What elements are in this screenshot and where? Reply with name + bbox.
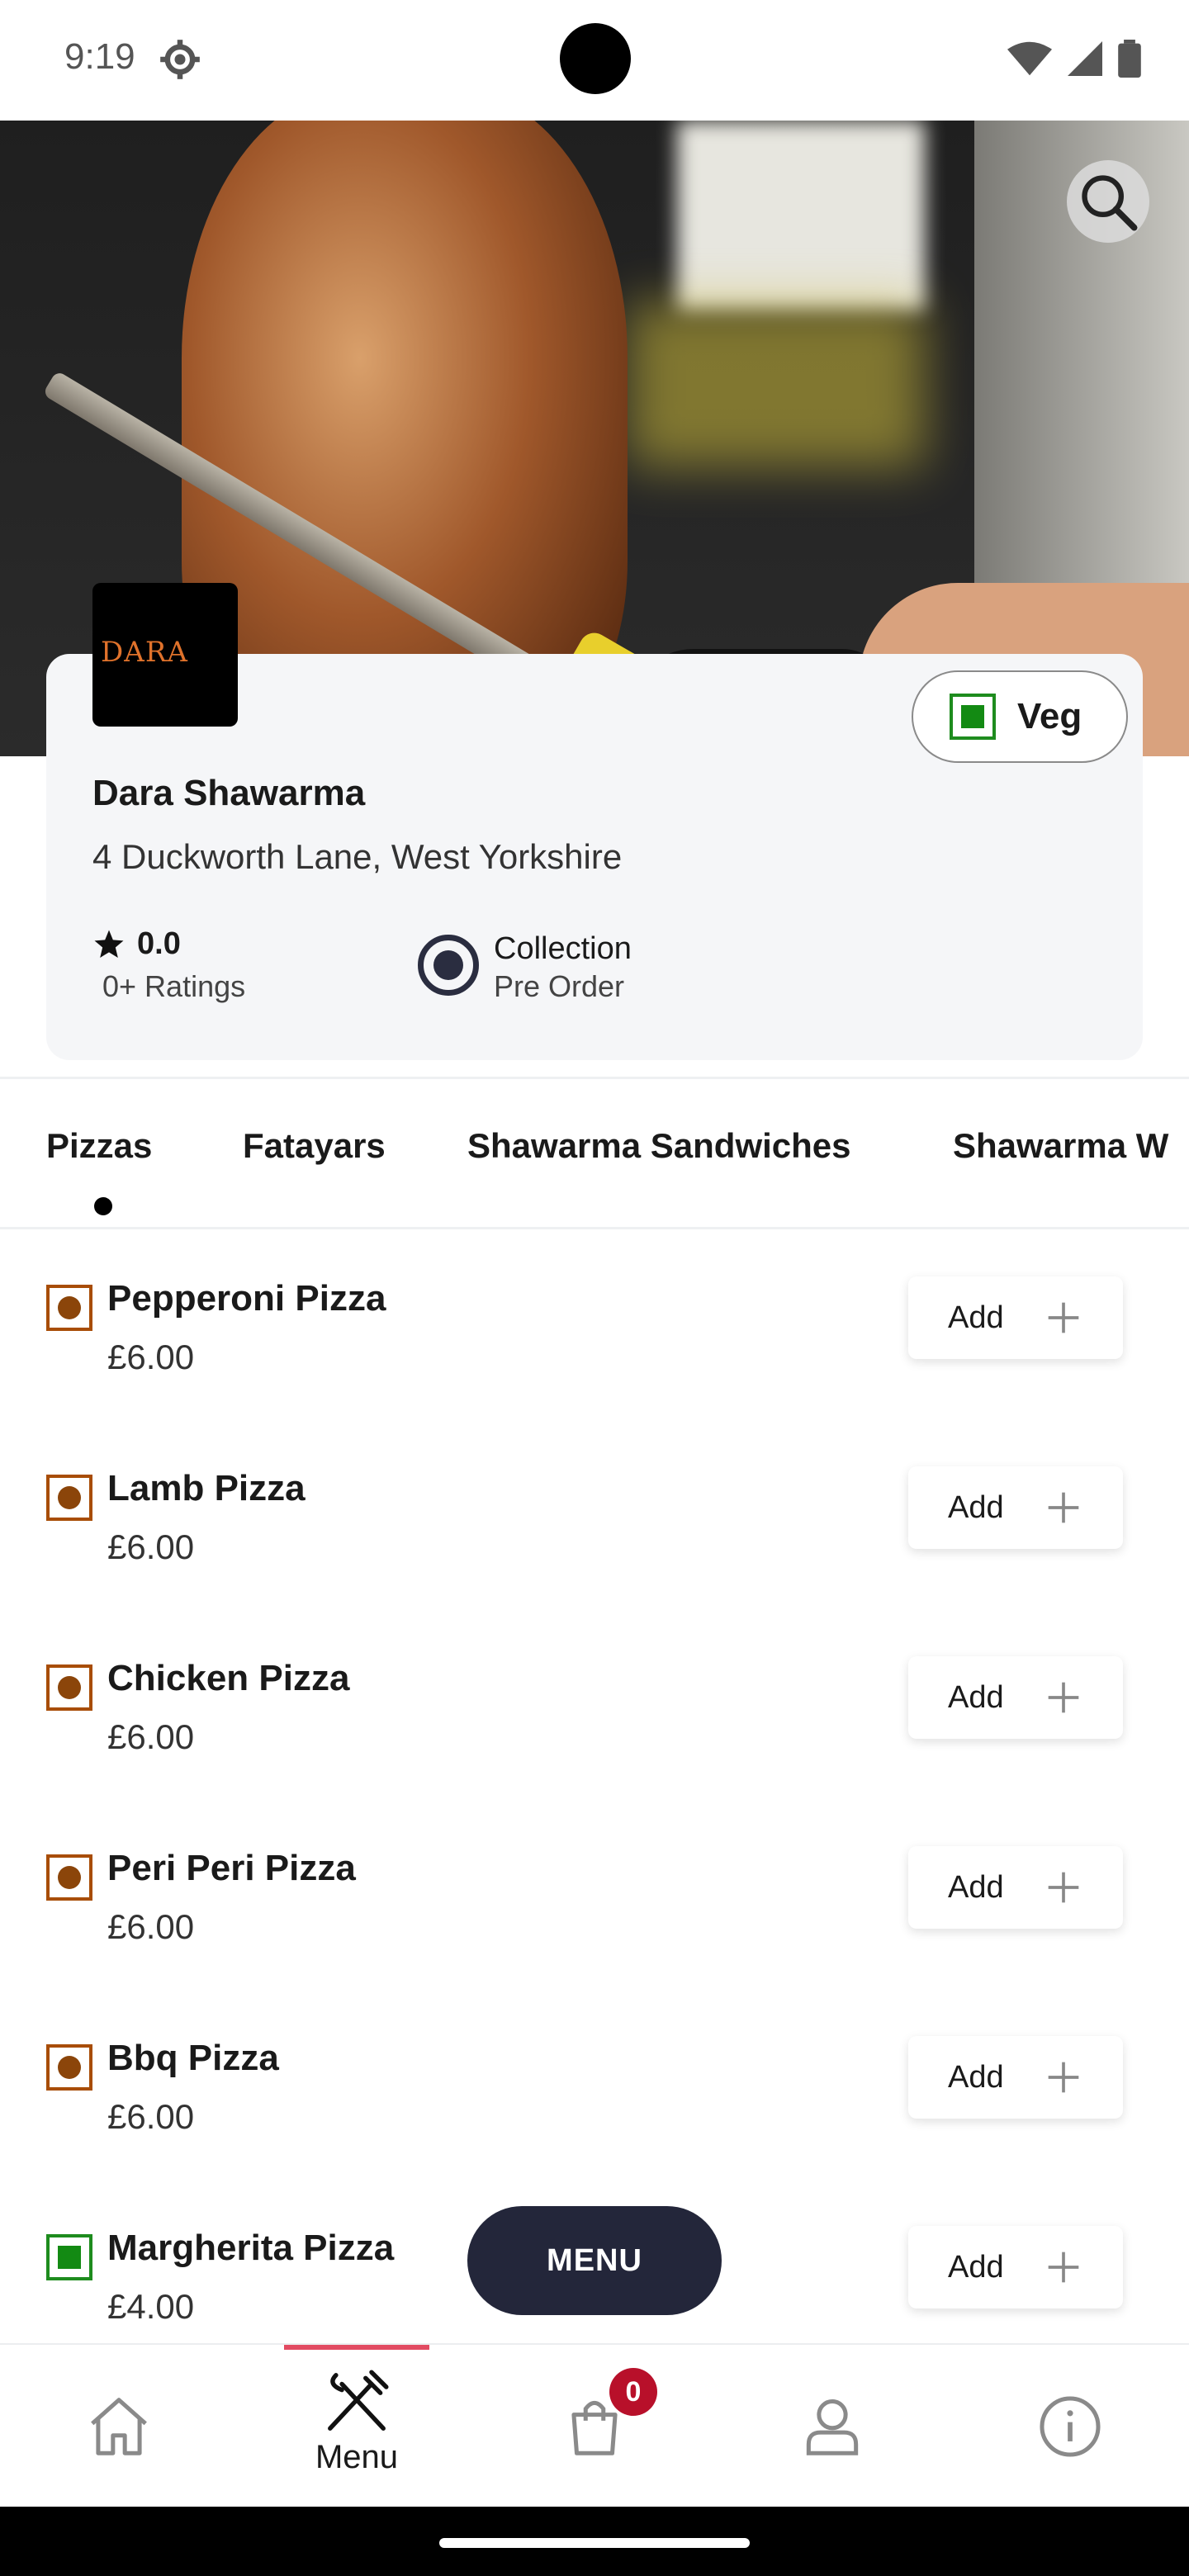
- add-label: Add: [948, 2249, 1004, 2285]
- item-name: Margherita Pizza: [107, 2228, 395, 2268]
- item-name: Lamb Pizza: [107, 1468, 306, 1508]
- status-bar: 9:19: [0, 0, 1189, 121]
- home-icon: [91, 2398, 147, 2455]
- cart-count-badge: 0: [609, 2368, 657, 2416]
- veg-filter-toggle[interactable]: Veg: [912, 670, 1128, 763]
- camera-cutout: [560, 23, 631, 94]
- active-tab-indicator: [94, 1197, 112, 1215]
- plus-icon: [1048, 1302, 1079, 1333]
- rating-value: 0.0: [137, 926, 181, 961]
- add-label: Add: [948, 1679, 1004, 1715]
- nav-cart[interactable]: [476, 2345, 713, 2508]
- tab-pizzas[interactable]: Pizzas: [46, 1126, 152, 1166]
- item-name: Chicken Pizza: [107, 1658, 350, 1698]
- tab-shawarma-wraps[interactable]: Shawarma W: [953, 1126, 1168, 1166]
- list-item: Peri Peri Pizza £6.00 Add: [0, 1846, 1189, 2036]
- veg-icon: [46, 2234, 92, 2280]
- add-label: Add: [948, 1300, 1004, 1335]
- tab-shawarma-sandwiches[interactable]: Shawarma Sandwiches: [467, 1126, 851, 1166]
- item-price: £4.00: [107, 2287, 195, 2326]
- search-icon: [1082, 175, 1138, 231]
- bottom-nav: Menu 0: [0, 2343, 1189, 2507]
- plus-icon: [1048, 1872, 1079, 1903]
- restaurant-logo: DARA: [92, 583, 238, 727]
- rating: 0.0: [92, 926, 181, 962]
- non-veg-icon: [46, 1854, 92, 1901]
- nav-info[interactable]: [951, 2345, 1189, 2508]
- plus-icon: [1048, 2252, 1079, 2283]
- add-button[interactable]: Add: [908, 1276, 1123, 1359]
- collection-radio[interactable]: [418, 935, 479, 996]
- battery-icon: [1118, 40, 1141, 78]
- tab-fatayars[interactable]: Fatayars: [243, 1126, 386, 1166]
- non-veg-icon: [46, 2044, 92, 2091]
- plus-icon: [1048, 1682, 1079, 1713]
- divider: [0, 1227, 1189, 1229]
- add-button[interactable]: Add: [908, 1846, 1123, 1929]
- non-veg-icon: [46, 1285, 92, 1331]
- status-icons: [1007, 40, 1141, 78]
- signal-icon: [1068, 41, 1102, 76]
- home-indicator[interactable]: [439, 2538, 750, 2548]
- add-button[interactable]: Add: [908, 2036, 1123, 2119]
- non-veg-icon: [46, 1475, 92, 1521]
- item-name: Pepperoni Pizza: [107, 1278, 386, 1319]
- veg-icon: [950, 694, 996, 740]
- plus-icon: [1048, 1492, 1079, 1523]
- add-label: Add: [948, 2059, 1004, 2095]
- item-name: Bbq Pizza: [107, 2038, 279, 2078]
- item-price: £6.00: [107, 1527, 195, 1566]
- star-icon: [94, 930, 124, 958]
- restaurant-address: 4 Duckworth Lane, West Yorkshire: [92, 837, 623, 876]
- list-item: Lamb Pizza £6.00 Add: [0, 1466, 1189, 1656]
- restaurant-name: Dara Shawarma: [92, 773, 366, 813]
- list-item: Bbq Pizza £6.00 Add: [0, 2036, 1189, 2226]
- non-veg-icon: [46, 1664, 92, 1711]
- item-price: £6.00: [107, 1907, 195, 1946]
- gesture-bar: [0, 2507, 1189, 2576]
- plus-icon: [1048, 2062, 1079, 2093]
- search-button[interactable]: [1067, 160, 1149, 243]
- add-button[interactable]: Add: [908, 1466, 1123, 1549]
- category-tabs: Pizzas Fatayars Shawarma Sandwiches Shaw…: [0, 1075, 1189, 1229]
- logo-text: DARA: [101, 636, 188, 669]
- list-item: Chicken Pizza £6.00 Add: [0, 1656, 1189, 1846]
- item-price: £6.00: [107, 2097, 195, 2136]
- item-price: £6.00: [107, 1338, 195, 1376]
- list-item: Pepperoni Pizza £6.00 Add: [0, 1276, 1189, 1466]
- nav-home[interactable]: [0, 2345, 238, 2508]
- add-button[interactable]: Add: [908, 2226, 1123, 2308]
- add-label: Add: [948, 1869, 1004, 1905]
- info-icon: [1040, 2396, 1101, 2457]
- veg-toggle-label: Veg: [1017, 696, 1082, 736]
- add-label: Add: [948, 1489, 1004, 1525]
- item-price: £6.00: [107, 1717, 195, 1756]
- nav-menu-label: Menu: [315, 2439, 399, 2475]
- nav-account[interactable]: [713, 2345, 951, 2508]
- item-name: Peri Peri Pizza: [107, 1848, 356, 1888]
- add-button[interactable]: Add: [908, 1656, 1123, 1739]
- fork-knife-icon: [328, 2370, 389, 2431]
- nav-menu[interactable]: Menu: [238, 2345, 476, 2508]
- order-subtype: Pre Order: [494, 969, 625, 1003]
- wifi-icon: [1007, 41, 1052, 76]
- settings-icon: [160, 40, 200, 79]
- rating-count: 0+ Ratings: [102, 969, 246, 1003]
- user-icon: [806, 2399, 859, 2455]
- order-type: Collection: [494, 931, 632, 966]
- status-time: 9:19: [64, 36, 135, 77]
- menu-button[interactable]: MENU: [467, 2206, 722, 2315]
